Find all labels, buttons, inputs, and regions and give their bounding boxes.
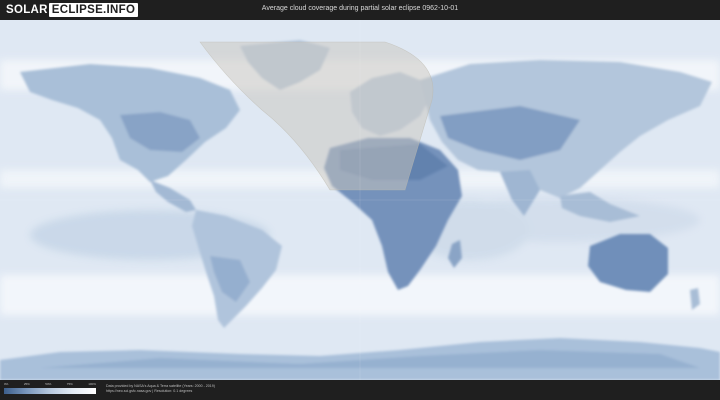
legend-tick: 0% [4,382,9,386]
data-credit: Data provided by NASA's Aqua & Terra sat… [106,384,215,394]
legend-tick-labels: 0% 25% 50% 75% 100% [4,382,96,386]
credit-line-2: https://neo.sci.gsfc.nasa.gov | Resoluti… [106,389,193,393]
footer-bar: 0% 25% 50% 75% 100% Data provided by NAS… [0,380,720,400]
legend-tick: 50% [45,382,52,386]
cloud-coverage-legend-bar [4,388,96,394]
header-bar: SOLAR ECLIPSE.INFO Average cloud coverag… [0,0,720,20]
legend-tick: 25% [23,382,30,386]
legend-tick: 100% [88,382,96,386]
map-title: Average cloud coverage during partial so… [261,5,459,12]
cloud-coverage-map [0,20,720,380]
legend-tick: 75% [66,382,73,386]
